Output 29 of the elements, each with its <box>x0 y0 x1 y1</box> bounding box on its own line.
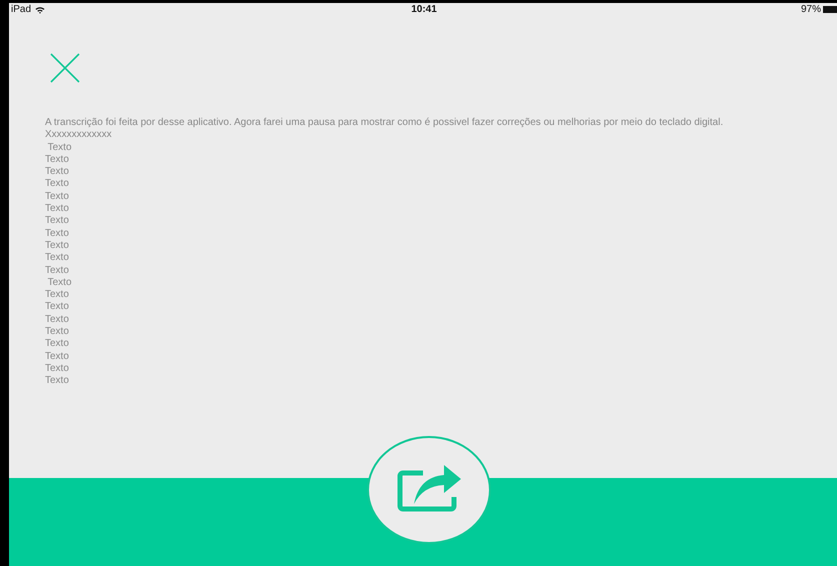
transcript-line: Texto <box>45 362 69 376</box>
transcript-line: Texto <box>46 276 72 290</box>
transcript-line: Texto <box>46 142 72 154</box>
transcript-line: Texto <box>45 338 69 351</box>
wifi-icon <box>35 6 46 14</box>
transcript-line: Texto <box>45 264 69 277</box>
transcript-paragraph: A transcrição foi feita por desse aplicativo. Agora farei uma pausa para mostrar como é possivel fazer correções ou melhorias por meio do teclado digital. <box>45 117 724 130</box>
transcript-line: Texto <box>45 375 69 388</box>
transcript-line: Texto <box>45 215 69 228</box>
transcript-line: Texto <box>45 314 69 326</box>
close-icon <box>50 53 80 83</box>
status-time: 10:41 <box>411 4 437 15</box>
transcript-line: Texto <box>45 350 69 363</box>
transcript-line: Texto <box>45 166 69 178</box>
transcript-line: Texto <box>45 228 69 240</box>
close-button[interactable] <box>50 53 80 83</box>
battery-percent: 97% <box>800 4 821 15</box>
transcript-line: Xxxxxxxxxxxxx <box>45 129 112 142</box>
transcript-line: Texto <box>45 203 69 216</box>
transcript-line: Texto <box>45 289 69 302</box>
transcript-line: Texto <box>45 301 69 314</box>
transcript-line: Texto <box>45 326 69 338</box>
device-name: iPad <box>11 4 32 15</box>
transcript-line: Texto <box>45 252 69 265</box>
transcript-line: Texto <box>45 190 69 204</box>
battery-icon <box>822 6 837 13</box>
transcript-line: Texto <box>45 240 69 252</box>
transcript-line: Texto <box>45 178 69 191</box>
transcript-line: Texto <box>45 154 69 166</box>
